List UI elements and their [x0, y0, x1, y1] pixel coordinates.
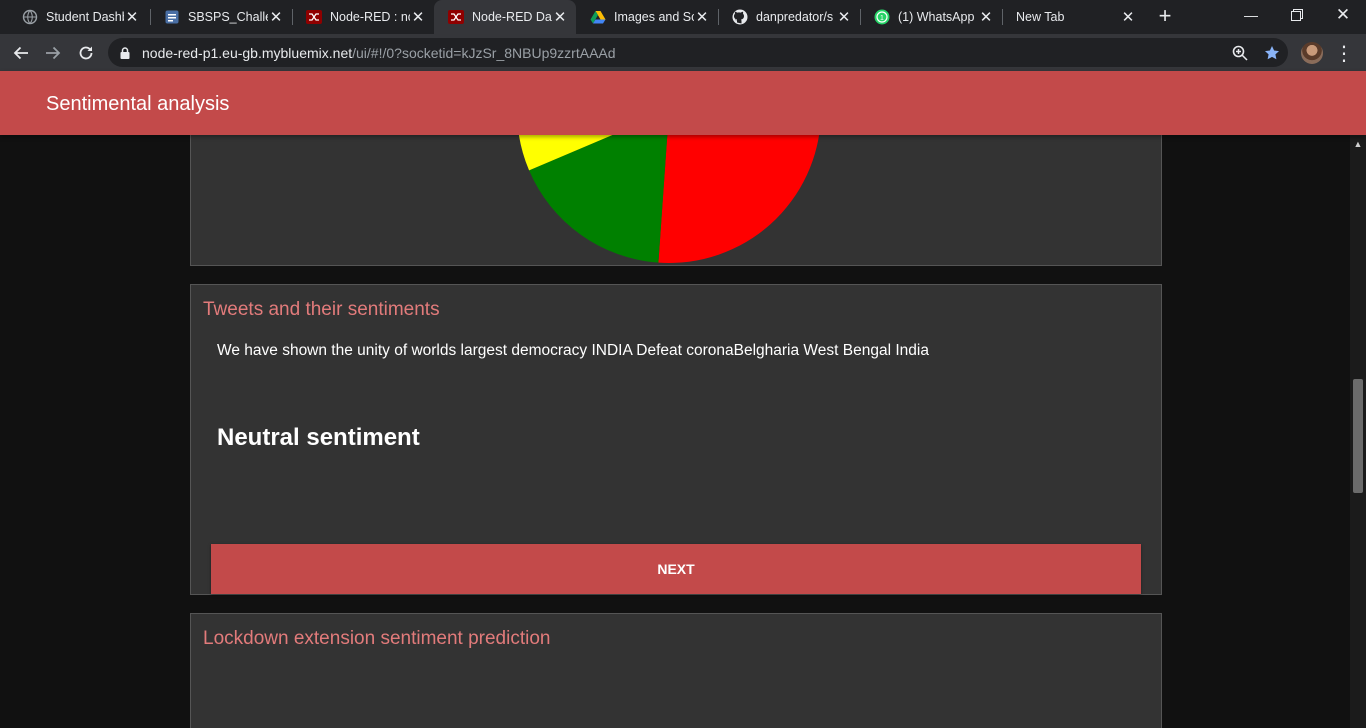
close-tab-icon[interactable]: ✕ — [410, 8, 426, 26]
drive-icon — [590, 9, 606, 25]
lockdown-card: Lockdown extension sentiment prediction — [190, 613, 1162, 728]
globe-icon — [22, 9, 38, 25]
bookmark-star-icon[interactable] — [1262, 43, 1282, 63]
profile-avatar[interactable] — [1301, 42, 1323, 64]
tab-title: New Tab — [1016, 10, 1065, 24]
close-window-icon[interactable]: ✕ — [1320, 0, 1366, 30]
next-button[interactable]: NEXT — [211, 544, 1141, 594]
url-host: node-red-p1.eu-gb.mybluemix.net — [142, 45, 353, 61]
tab-title: Node-RED Das — [472, 10, 552, 24]
dashboard-content: Tweets and their sentiments We have show… — [0, 135, 1350, 728]
close-tab-icon[interactable]: ✕ — [836, 8, 852, 26]
restore-icon[interactable] — [1274, 0, 1320, 30]
tab-title: danpredator/s — [756, 10, 834, 24]
url-text: node-red-p1.eu-gb.mybluemix.net/ui/#!/0?… — [142, 45, 616, 61]
tab-title: Images and Sc — [614, 10, 694, 24]
github-icon — [732, 9, 748, 25]
close-tab-icon[interactable]: ✕ — [552, 8, 568, 26]
pie-slice — [658, 135, 820, 263]
browser-tab-strip: Student Dashb ✕ SBSPS_Challen ✕ Node-RED… — [0, 0, 1366, 34]
zoom-icon[interactable] — [1230, 43, 1250, 63]
whatsapp-icon: 1 — [874, 9, 890, 25]
tab-title: Node-RED : nc — [330, 10, 410, 24]
browser-tab[interactable]: danpredator/s ✕ — [718, 0, 860, 34]
url-path: /ui/#!/0?socketid=kJzSr_8NBUp9zzrtAAAd — [352, 45, 616, 61]
tab-title: SBSPS_Challen — [188, 10, 268, 24]
address-bar[interactable]: node-red-p1.eu-gb.mybluemix.net/ui/#!/0?… — [108, 38, 1288, 67]
close-tab-icon[interactable]: ✕ — [1120, 8, 1136, 26]
new-tab-button[interactable]: + — [1154, 5, 1176, 27]
pie-slices — [518, 135, 820, 263]
browser-tab[interactable]: Images and Sc ✕ — [576, 0, 718, 34]
page-scrollbar[interactable]: ▲ — [1350, 135, 1366, 728]
dashboard-header: Sentimental analysis — [0, 71, 1366, 135]
browser-tab-active[interactable]: Node-RED Das ✕ — [434, 0, 576, 34]
browser-tab[interactable]: Node-RED : nc ✕ — [292, 0, 434, 34]
nodered-icon — [448, 9, 464, 25]
page-title: Sentimental analysis — [46, 93, 230, 115]
browser-toolbar: node-red-p1.eu-gb.mybluemix.net/ui/#!/0?… — [0, 34, 1366, 71]
close-tab-icon[interactable]: ✕ — [978, 8, 994, 26]
browser-tab[interactable]: Student Dashb ✕ — [8, 0, 148, 34]
close-tab-icon[interactable]: ✕ — [124, 8, 140, 26]
doc-icon — [164, 9, 180, 25]
scroll-thumb[interactable] — [1353, 379, 1363, 493]
close-tab-icon[interactable]: ✕ — [268, 8, 284, 26]
svg-text:1: 1 — [880, 15, 884, 22]
back-arrow-icon[interactable] — [8, 40, 34, 66]
sentiment-label: Neutral sentiment — [217, 424, 420, 451]
nodered-icon — [306, 9, 322, 25]
tweets-card: Tweets and their sentiments We have show… — [190, 284, 1162, 595]
forward-arrow-icon[interactable] — [40, 40, 66, 66]
scroll-up-arrow-icon[interactable]: ▲ — [1350, 137, 1366, 151]
pie-chart-card — [190, 135, 1162, 266]
kebab-menu-icon[interactable]: ⋮ — [1334, 40, 1354, 66]
tweet-text: We have shown the unity of worlds larges… — [217, 342, 929, 359]
tab-title: (1) WhatsApp — [898, 10, 975, 24]
tab-title: Student Dashb — [46, 10, 124, 24]
browser-tab[interactable]: New Tab ✕ — [1002, 0, 1144, 34]
card-title: Tweets and their sentiments — [203, 299, 440, 320]
reload-icon[interactable] — [73, 40, 99, 66]
close-tab-icon[interactable]: ✕ — [694, 8, 710, 26]
sentiment-pie-chart — [518, 135, 820, 263]
browser-tab[interactable]: SBSPS_Challen ✕ — [150, 0, 292, 34]
minimize-icon[interactable]: — — [1228, 0, 1274, 30]
browser-tab[interactable]: 1 (1) WhatsApp ✕ — [860, 0, 1002, 34]
lock-icon[interactable] — [120, 46, 130, 59]
card-title: Lockdown extension sentiment prediction — [203, 628, 551, 649]
